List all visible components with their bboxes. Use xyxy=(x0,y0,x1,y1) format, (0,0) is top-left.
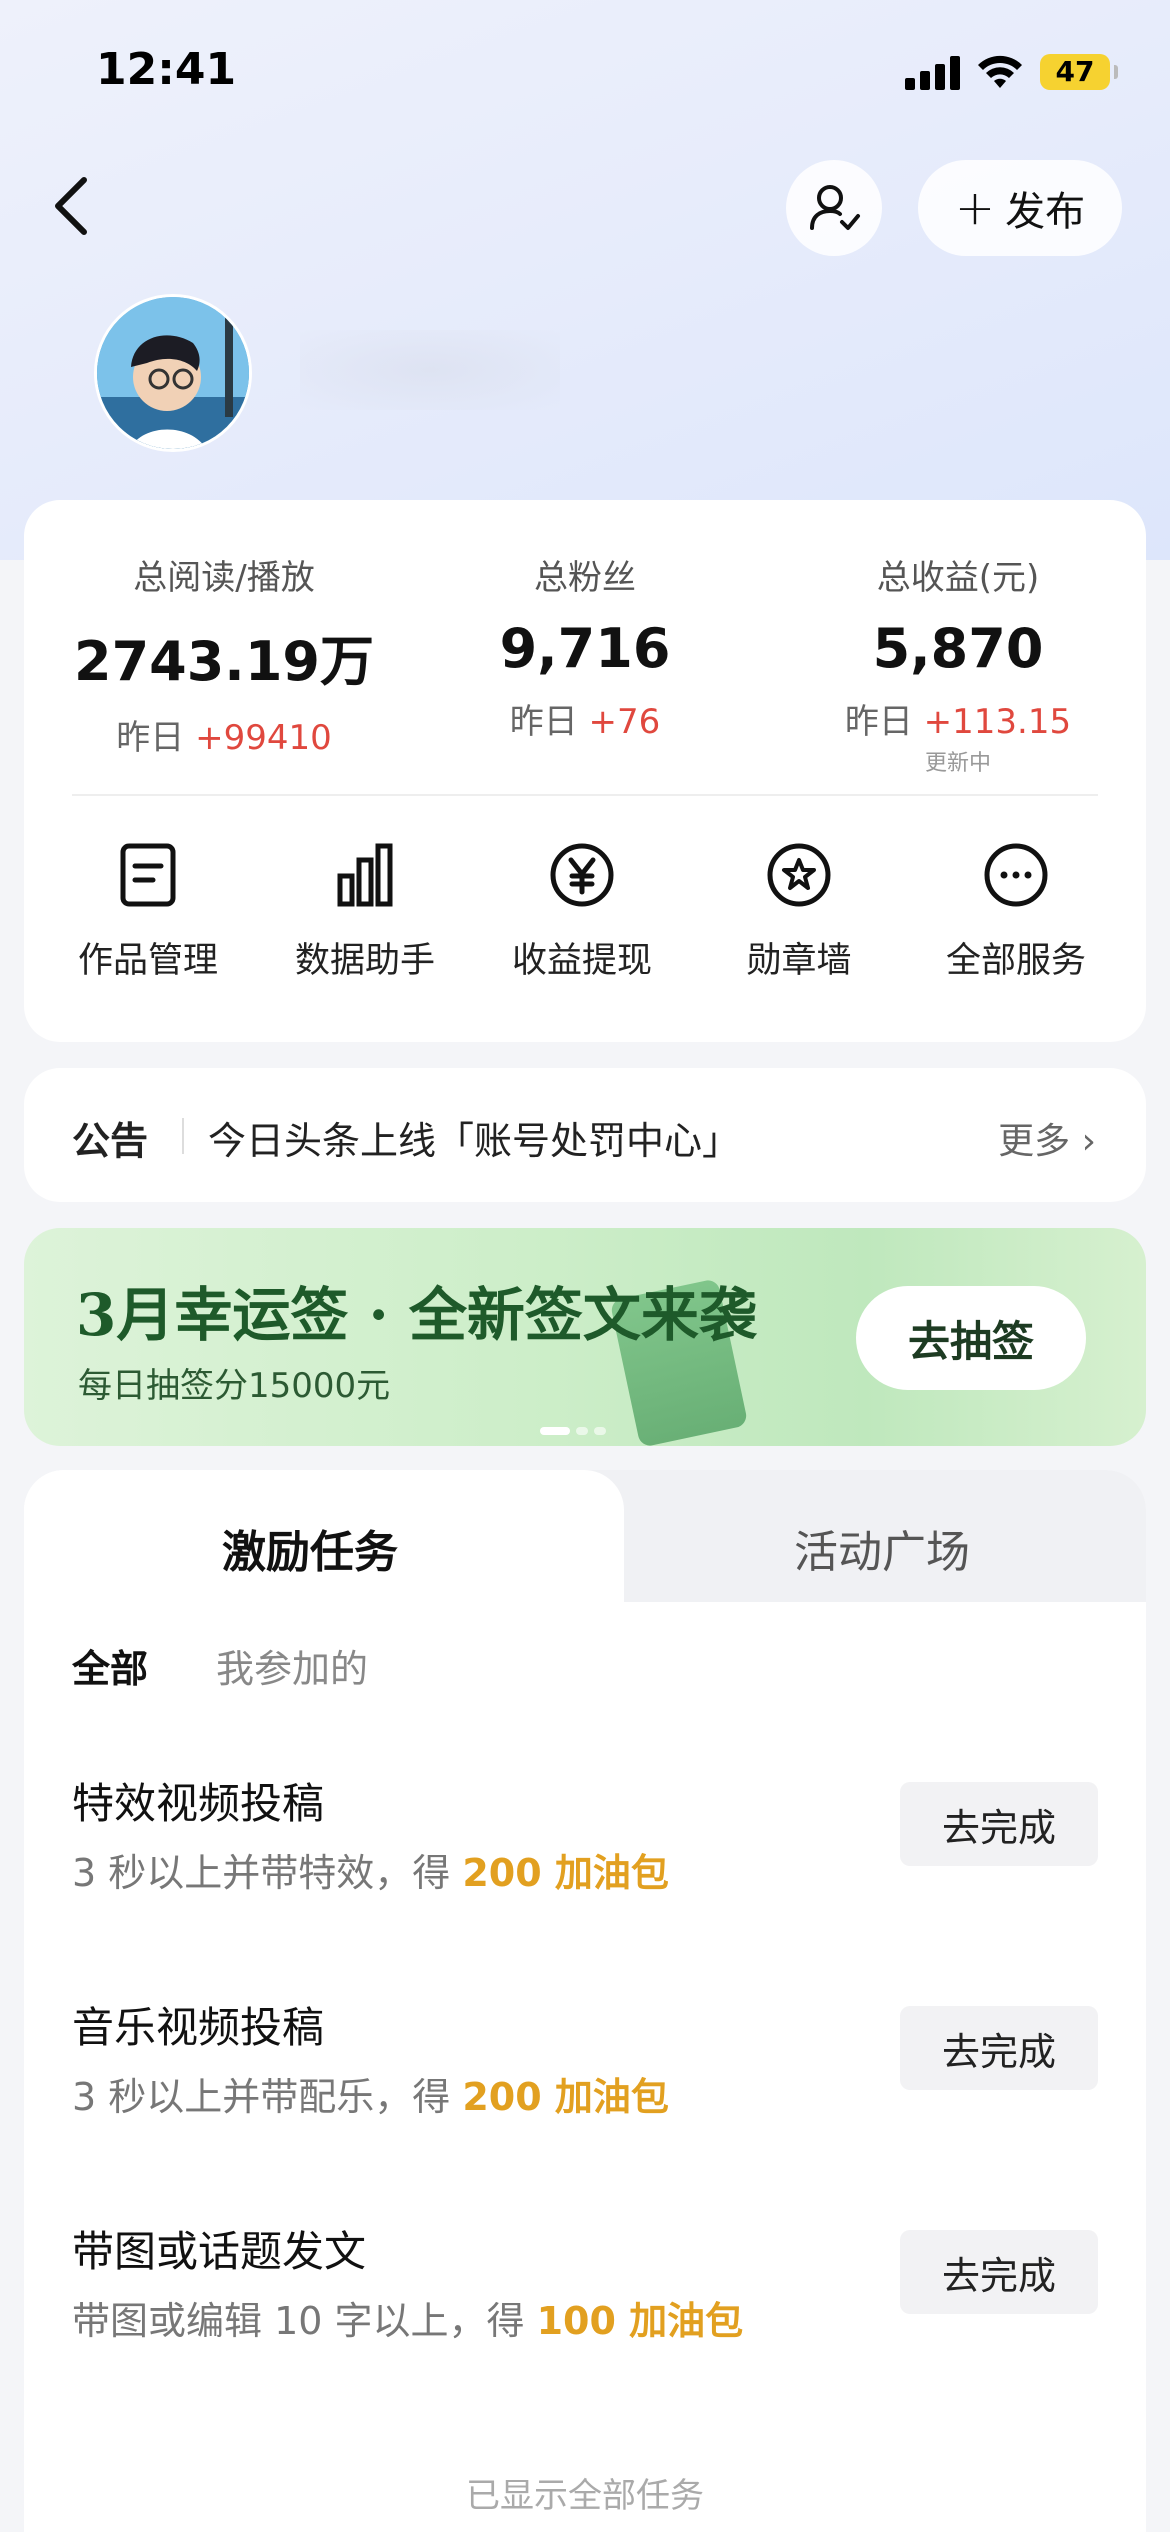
notice-title: 公告 xyxy=(72,1119,149,1163)
banner-title: 3月幸运签 · 全新签文来袭 xyxy=(76,1281,757,1349)
shortcut-medal-wall[interactable]: 勋章墙 xyxy=(689,840,909,983)
publish-button[interactable]: + 发布 xyxy=(918,160,1122,256)
notice-more-label: 更多 xyxy=(998,1121,1071,1162)
notice-text[interactable]: 今日头条上线「账号处罚中心」 xyxy=(208,1110,740,1165)
wifi-icon xyxy=(978,55,1022,88)
stat-label: 总收益(元) xyxy=(876,558,1040,598)
shortcut-all-services[interactable]: 全部服务 xyxy=(906,840,1126,983)
filter-all[interactable]: 全部 xyxy=(72,1638,148,1693)
tab-activity-label[interactable]: 活动广场 xyxy=(794,1516,970,1580)
stat-label: 总阅读/播放 xyxy=(133,558,315,598)
username-blurred xyxy=(300,330,560,410)
divider xyxy=(182,1118,184,1154)
task-title: 带图或话题发文 xyxy=(72,2227,367,2276)
task-item: 音乐视频投稿 3 秒以上并带配乐，得 200 加油包 去完成 xyxy=(24,1994,1146,2194)
more-icon xyxy=(984,843,1048,907)
complete-button[interactable]: 去完成 xyxy=(900,2230,1098,2314)
stat-label: 总粉丝 xyxy=(534,558,636,598)
carousel-dots xyxy=(540,1420,612,1439)
document-icon xyxy=(120,843,176,907)
plus-icon: + xyxy=(954,180,996,236)
task-desc: 3 秒以上并带特效，得 200 加油包 xyxy=(72,1851,669,1895)
tasks-panel: 激励任务 活动广场 全部 我参加的 特效视频投稿 3 秒以上并带特效，得 200… xyxy=(24,1470,1146,2532)
yuan-icon xyxy=(550,843,614,907)
notice-bar[interactable]: 公告 今日头条上线「账号处罚中心」 更多 › xyxy=(24,1068,1146,1202)
status-time: 12:41 xyxy=(96,44,237,95)
shortcut-label: 数据助手 xyxy=(294,941,435,981)
stat-value: 5,870 xyxy=(872,617,1044,680)
divider xyxy=(72,794,1098,796)
complete-button[interactable]: 去完成 xyxy=(900,2006,1098,2090)
stat-total-reads[interactable]: 总阅读/播放 2743.19万 昨日 +99410 xyxy=(54,550,394,759)
avatar-illustration xyxy=(97,297,249,449)
shortcut-label: 作品管理 xyxy=(77,941,218,981)
shortcut-income-withdraw[interactable]: 收益提现 xyxy=(472,840,692,983)
stat-updating-note: 更新中 xyxy=(924,751,991,776)
all-tasks-shown-note: 已显示全部任务 xyxy=(466,2476,704,2516)
chevron-right-icon: › xyxy=(1081,1121,1096,1162)
stats-card: 总阅读/播放 2743.19万 昨日 +99410 总粉丝 9,716 昨日 +… xyxy=(24,500,1146,1042)
follow-manage-button[interactable] xyxy=(786,160,882,256)
shortcut-data-assistant[interactable]: 数据助手 xyxy=(255,840,475,983)
task-title: 音乐视频投稿 xyxy=(72,2003,325,2052)
task-desc: 带图或编辑 10 字以上，得 100 加油包 xyxy=(72,2299,744,2343)
lucky-draw-banner[interactable]: 3月幸运签 · 全新签文来袭 每日抽签分15000元 去抽签 xyxy=(24,1228,1146,1446)
avatar[interactable] xyxy=(94,294,252,452)
status-bar: 12:41 47 xyxy=(0,0,1170,150)
user-check-icon xyxy=(810,185,860,230)
stat-delta: 昨日 +76 xyxy=(509,702,661,742)
shortcut-label: 收益提现 xyxy=(511,941,652,981)
task-item: 特效视频投稿 3 秒以上并带特效，得 200 加油包 去完成 xyxy=(24,1770,1146,1970)
medal-icon xyxy=(767,843,831,907)
back-button[interactable] xyxy=(44,170,104,242)
bar-chart-icon xyxy=(337,843,393,907)
stat-delta: 昨日 +99410 xyxy=(116,718,332,758)
task-item: 带图或话题发文 带图或编辑 10 字以上，得 100 加油包 去完成 xyxy=(24,2218,1146,2418)
shortcut-label: 勋章墙 xyxy=(746,941,852,981)
draw-button[interactable]: 去抽签 xyxy=(856,1286,1086,1390)
stat-delta: 昨日 +113.15 xyxy=(844,702,1072,742)
cellular-signal-icon xyxy=(905,56,963,90)
stat-value: 9,716 xyxy=(499,617,671,680)
notice-more-link[interactable]: 更多 › xyxy=(998,1112,1096,1164)
shortcut-works-management[interactable]: 作品管理 xyxy=(38,840,258,983)
publish-label: 发布 xyxy=(1005,189,1086,235)
banner-subtitle: 每日抽签分15000元 xyxy=(78,1366,391,1406)
filter-joined[interactable]: 我参加的 xyxy=(216,1638,368,1693)
stat-total-fans[interactable]: 总粉丝 9,716 昨日 +76 xyxy=(415,550,755,743)
chevron-left-icon xyxy=(55,177,87,235)
battery-indicator: 47 xyxy=(1040,54,1118,90)
shortcut-label: 全部服务 xyxy=(945,941,1086,981)
complete-button[interactable]: 去完成 xyxy=(900,1782,1098,1866)
stat-value: 2743.19万 xyxy=(74,630,374,693)
tab-incentive-label[interactable]: 激励任务 xyxy=(222,1516,398,1580)
task-desc: 3 秒以上并带配乐，得 200 加油包 xyxy=(72,2075,669,2119)
stat-total-income[interactable]: 总收益(元) 5,870 昨日 +113.15 更新中 xyxy=(788,550,1128,777)
task-title: 特效视频投稿 xyxy=(72,1779,325,1828)
